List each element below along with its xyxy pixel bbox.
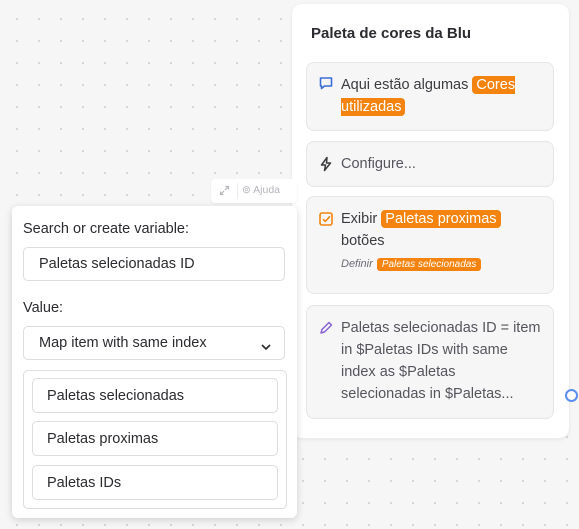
node-display-text: Exibir [341, 211, 382, 227]
option-paletas-proximas[interactable]: Paletas proximas [32, 421, 278, 456]
variable-search-input[interactable]: Paletas selecionadas ID [23, 247, 285, 281]
checkbox-icon [318, 211, 334, 227]
node-configure[interactable]: Configure... [306, 141, 554, 187]
node-set-variable[interactable]: Paletas selecionadas ID = item in $Palet… [306, 305, 554, 419]
node-configure-text: Configure... [341, 156, 416, 172]
connector-handle[interactable] [565, 389, 578, 402]
workflow-card: Paleta de cores da Blu Aqui estão alguma… [292, 4, 569, 438]
node-display-text2: botões [341, 233, 385, 249]
mapping-options: Paletas selecionadas Paletas proximas Pa… [23, 370, 287, 509]
toolbar-divider [237, 183, 238, 199]
node-set-variable-text: Paletas selecionadas ID = item in $Palet… [341, 320, 541, 402]
pencil-icon [318, 320, 334, 336]
node-message[interactable]: Aqui estão algumas Cores utilizadas [306, 62, 554, 131]
chevron-down-icon [261, 339, 271, 355]
search-label: Search or create variable: [23, 221, 190, 237]
value-label: Value: [23, 300, 64, 316]
expand-icon[interactable] [219, 185, 230, 199]
define-label: Definir [341, 258, 373, 270]
help-label: Ajuda [253, 184, 281, 196]
option-paletas-selecionadas[interactable]: Paletas selecionadas [32, 378, 278, 413]
define-tag[interactable]: Paletas selecionadas [376, 258, 482, 271]
node-toolbar: ⊚ Ajuda [211, 179, 297, 203]
help-icon: ⊚ [242, 184, 251, 196]
help-button[interactable]: ⊚ Ajuda [242, 184, 280, 196]
variable-tag-proximas[interactable]: Paletas proximas [381, 210, 501, 228]
value-select[interactable]: Map item with same index [23, 326, 285, 360]
card-title: Paleta de cores da Blu [311, 25, 472, 42]
chat-bubble-icon [318, 75, 334, 91]
value-select-text: Map item with same index [39, 335, 207, 351]
node-display[interactable]: Exibir Paletas proximas botões Definir P… [306, 196, 554, 294]
node-message-text: Aqui estão algumas [341, 77, 473, 93]
option-paletas-ids[interactable]: Paletas IDs [32, 465, 278, 500]
variable-search-value: Paletas selecionadas ID [39, 256, 195, 272]
lightning-icon [318, 156, 334, 172]
variable-panel: Search or create variable: Paletas selec… [12, 206, 297, 518]
